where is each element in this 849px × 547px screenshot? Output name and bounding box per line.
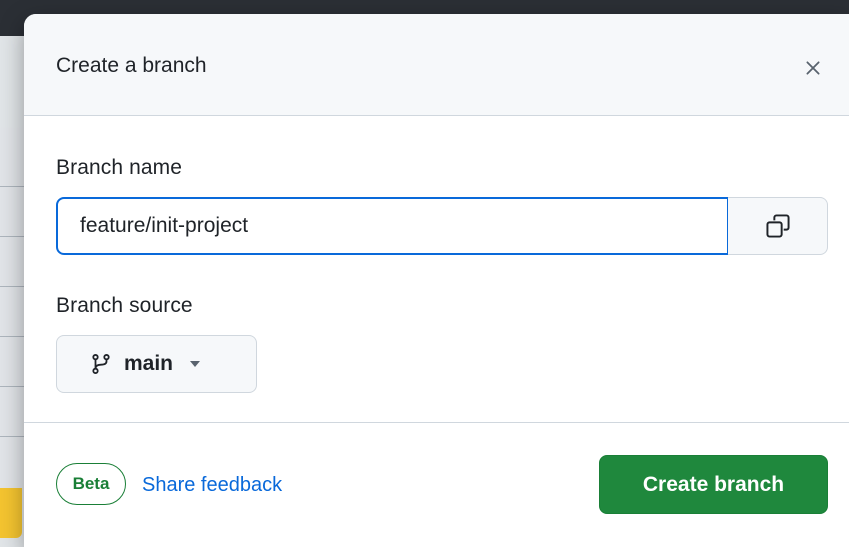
close-icon	[806, 61, 820, 75]
close-button[interactable]	[797, 52, 829, 84]
backdrop-decoration	[0, 488, 22, 538]
footer-divider	[24, 422, 849, 423]
branch-name-input[interactable]	[56, 197, 729, 255]
triangle-down-icon	[190, 361, 201, 367]
dialog-title: Create a branch	[56, 54, 207, 77]
branch-source-label: Branch source	[56, 294, 193, 317]
backdrop-page-strip	[0, 36, 26, 547]
share-feedback-link[interactable]: Share feedback	[142, 474, 282, 497]
branch-source-value: main	[124, 352, 174, 375]
git-branch-icon	[92, 354, 110, 374]
branch-source-select[interactable]: main	[56, 335, 257, 393]
branch-name-input-group	[56, 197, 828, 255]
branch-name-label: Branch name	[56, 156, 183, 179]
copy-icon	[765, 214, 790, 238]
create-branch-dialog: Create a branch Branch name Branch sourc…	[24, 14, 849, 547]
copy-button[interactable]	[728, 197, 828, 255]
create-branch-button[interactable]: Create branch	[599, 455, 828, 514]
beta-badge: Beta	[56, 463, 126, 505]
dialog-header: Create a branch	[24, 14, 849, 116]
